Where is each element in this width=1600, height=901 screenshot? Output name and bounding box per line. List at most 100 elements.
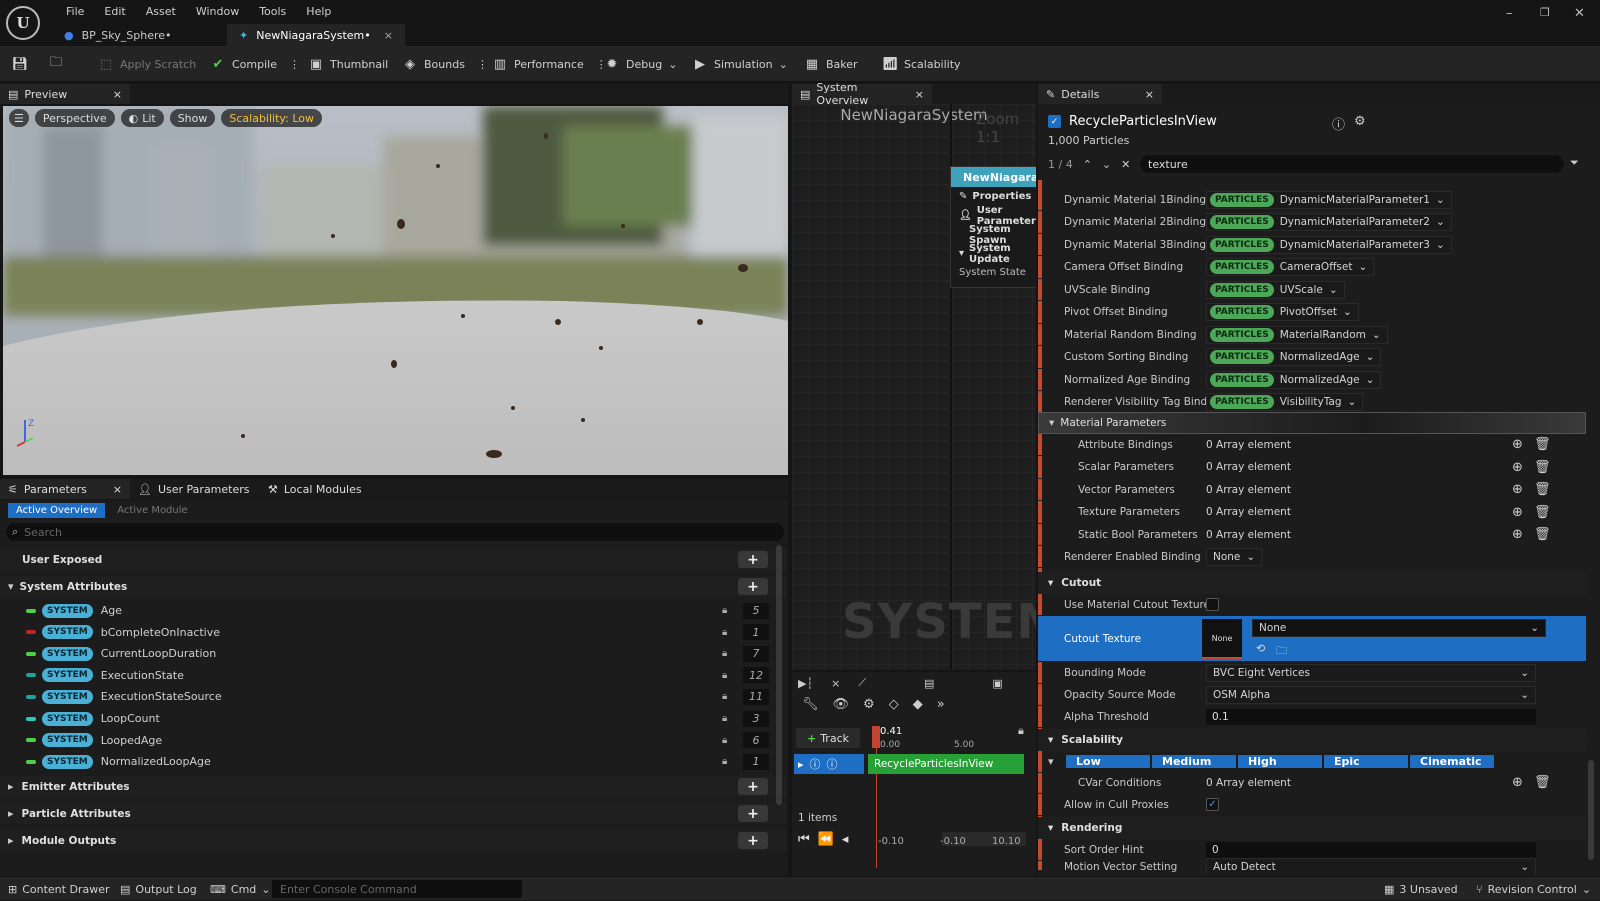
- chevron-down-icon[interactable]: ⌄: [1102, 158, 1111, 171]
- texture-thumbnail[interactable]: None: [1202, 619, 1242, 659]
- system-attribute-row[interactable]: SYSTEM Age 🔒︎ 5: [0, 600, 786, 621]
- debug-button[interactable]: ✹ Debug ⌄: [604, 46, 678, 82]
- revision-control-button[interactable]: ⑂ Revision Control ⌄: [1476, 877, 1591, 901]
- binding-combo[interactable]: PARTICLES DynamicMaterialParameter1 ⌄: [1206, 190, 1452, 209]
- lock-icon[interactable]: 🔒︎: [1018, 724, 1024, 738]
- params-search-input[interactable]: ⌕ Search: [6, 523, 784, 541]
- scalability-section[interactable]: ▾ Scalability: [1038, 729, 1586, 751]
- renderer-enabled-combo[interactable]: None ⌄: [1206, 547, 1263, 566]
- binding-combo[interactable]: PARTICLES PivotOffset ⌄: [1206, 303, 1359, 321]
- use-selected-icon[interactable]: ⟲: [1256, 642, 1265, 655]
- output-log-button[interactable]: ▤ Output Log: [120, 877, 197, 901]
- binding-combo[interactable]: PARTICLES UVScale ⌄: [1206, 280, 1345, 299]
- system-attribute-row[interactable]: SYSTEM bCompleteOnInactive 🔒︎ 1: [0, 622, 786, 643]
- menu-help[interactable]: Help: [296, 5, 341, 18]
- tab-system-overview[interactable]: ▤ System Overview ×: [792, 81, 932, 107]
- enabled-checkbox[interactable]: ✓: [1048, 115, 1061, 128]
- prev-frame-icon[interactable]: ⏪: [818, 832, 834, 847]
- tab-details[interactable]: ✎ Details ×: [1038, 84, 1162, 104]
- preview-viewport[interactable]: Z ☰ Perspective ◐ Lit Show Scalability: L…: [3, 106, 788, 475]
- add-button[interactable]: +: [738, 551, 768, 568]
- level-low[interactable]: Low: [1066, 755, 1150, 768]
- opacity-source-combo[interactable]: OSM Alpha ⌄: [1206, 685, 1536, 704]
- more-icon[interactable]: ⋮: [477, 58, 488, 71]
- close-icon[interactable]: ×: [1145, 88, 1154, 101]
- add-button[interactable]: +: [738, 578, 768, 595]
- trash-icon[interactable]: 🗑︎: [1534, 527, 1551, 542]
- use-cutout-checkbox[interactable]: [1206, 598, 1219, 611]
- node-item-user-parameters[interactable]: 👤︎ User Parameters: [951, 205, 1036, 227]
- apply-scratch-button[interactable]: ⬚ Apply Scratch: [98, 46, 196, 82]
- menu-edit[interactable]: Edit: [94, 5, 135, 18]
- rendering-section[interactable]: ▾ Rendering: [1038, 817, 1586, 839]
- thumbnail-button[interactable]: ▣ Thumbnail: [308, 46, 388, 82]
- add-button[interactable]: +: [738, 778, 768, 795]
- binding-combo[interactable]: PARTICLES NormalizedAge ⌄: [1206, 348, 1382, 366]
- minimize-icon[interactable]: –: [1506, 6, 1513, 21]
- viewport-menu-button[interactable]: ☰: [9, 109, 29, 127]
- save-button[interactable]: 💾︎: [12, 46, 29, 82]
- add-button[interactable]: +: [738, 832, 768, 849]
- keyframe-icon[interactable]: ◇: [889, 697, 899, 712]
- trash-icon[interactable]: 🗑︎: [1534, 482, 1551, 497]
- motion-vector-combo[interactable]: Auto Detect ⌄: [1206, 858, 1536, 875]
- trash-icon[interactable]: 🗑︎: [1534, 437, 1551, 452]
- trash-icon[interactable]: 🗑︎: [1534, 775, 1551, 790]
- system-attribute-row[interactable]: SYSTEM LoopedAge 🔒︎ 6: [0, 730, 786, 751]
- more-icon[interactable]: ⋮: [289, 58, 300, 71]
- cutout-section[interactable]: ▾ Cutout: [1038, 572, 1586, 594]
- restore-icon[interactable]: ❐: [1540, 6, 1550, 19]
- add-element-icon[interactable]: ⊕: [1512, 775, 1523, 790]
- alpha-threshold-input[interactable]: 0.1: [1206, 708, 1536, 725]
- module-outputs-row[interactable]: ▸ Module Outputs +: [0, 830, 786, 851]
- subtab-active-overview[interactable]: Active Overview: [8, 503, 106, 518]
- node-item-system-spawn[interactable]: System Spawn: [951, 224, 1036, 246]
- system-node[interactable]: NewNiagaraSy ✎ Properties 👤︎User Paramete…: [950, 166, 1036, 288]
- add-button[interactable]: +: [738, 805, 768, 822]
- emitter-track-header[interactable]: ▸ ⓘ ⓘ: [794, 754, 864, 774]
- system-attribute-row[interactable]: SYSTEM CurrentLoopDuration 🔒︎ 7: [0, 643, 786, 664]
- gear-icon[interactable]: ⚙: [863, 697, 875, 712]
- tab-local-modules[interactable]: ⚒ Local Modules: [260, 479, 380, 499]
- menu-asset[interactable]: Asset: [136, 5, 186, 18]
- system-attribute-row[interactable]: SYSTEM LoopCount 🔒︎ 3: [0, 708, 786, 729]
- add-element-icon[interactable]: ⊕: [1512, 437, 1523, 452]
- curves-icon[interactable]: ⟋: [858, 676, 866, 690]
- system-attribute-row[interactable]: SYSTEM NormalizedLoopAge 🔒︎ 1: [0, 751, 786, 772]
- node-item-properties[interactable]: ✎ Properties: [951, 187, 1036, 206]
- play-reverse-icon[interactable]: ◂: [842, 832, 849, 847]
- bounding-mode-combo[interactable]: BVC Eight Vertices ⌄: [1206, 663, 1536, 682]
- performance-button[interactable]: ▥ Performance ⋮: [492, 46, 607, 82]
- doc-tab-niagara-system[interactable]: ✦ NewNiagaraSystem• ×: [227, 24, 405, 46]
- add-element-icon[interactable]: ⊕: [1512, 505, 1523, 520]
- binding-combo[interactable]: PARTICLES DynamicMaterialParameter2 ⌄: [1206, 213, 1452, 231]
- trash-icon[interactable]: 🗑︎: [1534, 460, 1551, 475]
- add-element-icon[interactable]: ⊕: [1512, 527, 1523, 542]
- playhead[interactable]: [872, 726, 880, 748]
- close-icon[interactable]: ×: [384, 29, 393, 42]
- simulation-button[interactable]: ▶ Simulation ⌄: [692, 46, 788, 82]
- gear-icon[interactable]: ⚙: [1354, 114, 1366, 129]
- stats-icon[interactable]: ▣: [992, 677, 1002, 690]
- system-overview-graph[interactable]: NewNiagaraSystem Zoom 1:1 NewNiagaraSy ✎…: [792, 104, 1036, 670]
- node-item-system-state[interactable]: System State: [951, 263, 1036, 282]
- info-icon[interactable]: ⓘ: [1332, 114, 1345, 133]
- menu-file[interactable]: File: [56, 5, 94, 18]
- tab-user-parameters[interactable]: 👤︎ User Parameters: [130, 479, 260, 499]
- forward-icon[interactable]: »: [937, 697, 945, 712]
- browse-icon[interactable]: 🗀: [1276, 642, 1287, 661]
- content-drawer-button[interactable]: ⊞ Content Drawer: [8, 877, 109, 901]
- details-search-input[interactable]: texture: [1140, 155, 1564, 173]
- scalability-low-button[interactable]: Scalability: Low: [221, 109, 322, 127]
- material-parameters-section[interactable]: ▾ Material Parameters: [1038, 412, 1586, 434]
- menu-tools[interactable]: Tools: [249, 5, 296, 18]
- level-medium[interactable]: Medium: [1152, 755, 1236, 768]
- add-element-icon[interactable]: ⊕: [1512, 460, 1523, 475]
- level-epic[interactable]: Epic: [1324, 755, 1408, 768]
- details-scrollbar[interactable]: [1588, 760, 1594, 860]
- bounds-button[interactable]: ◈ Bounds ⋮: [402, 46, 488, 82]
- browse-button[interactable]: 🗀: [48, 46, 64, 82]
- tab-parameters[interactable]: ⚟ Parameters ×: [0, 479, 130, 499]
- add-track-button[interactable]: + Track: [796, 728, 860, 748]
- perspective-button[interactable]: Perspective: [34, 109, 115, 127]
